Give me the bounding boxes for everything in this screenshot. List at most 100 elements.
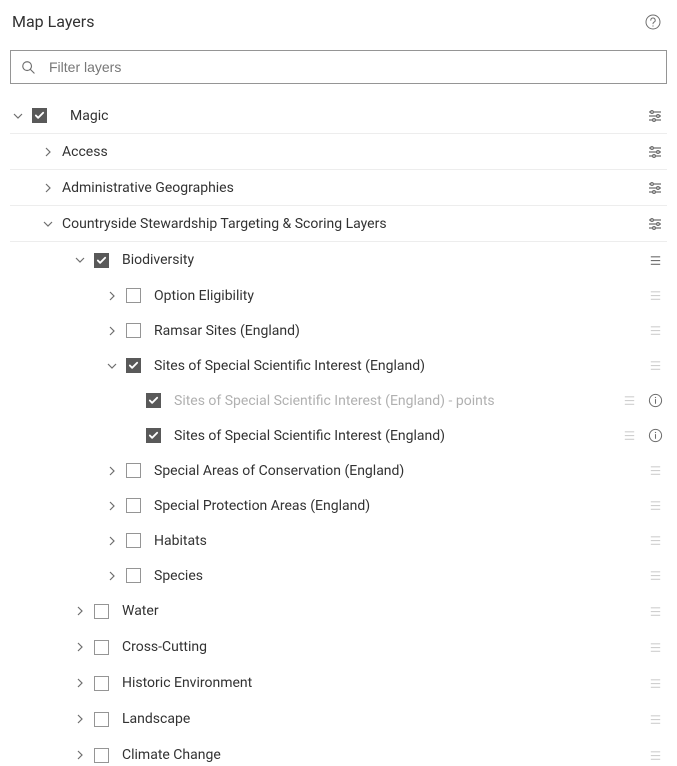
info-icon[interactable] <box>647 393 663 409</box>
chevron-right-icon[interactable] <box>72 603 88 619</box>
layer-label: Habitats <box>154 533 647 549</box>
layer-checkbox[interactable] <box>94 253 109 268</box>
sliders-icon[interactable] <box>647 144 663 160</box>
tree-row-sssi-points: Sites of Special Scientific Interest (En… <box>10 383 667 418</box>
layer-checkbox[interactable] <box>126 288 141 303</box>
map-layers-panel: Map Layers Magic Access <box>0 0 677 766</box>
layer-checkbox[interactable] <box>146 393 161 408</box>
layer-label: Ramsar Sites (England) <box>154 323 647 339</box>
search-icon <box>21 60 35 74</box>
layer-label: Option Eligibility <box>154 288 647 304</box>
list-icon[interactable] <box>647 323 663 339</box>
tree-row-landscape: Landscape <box>10 701 667 737</box>
chevron-right-icon[interactable] <box>40 144 56 160</box>
layer-label: Water <box>122 603 647 619</box>
search-input[interactable] <box>47 58 656 76</box>
list-icon[interactable] <box>647 603 663 619</box>
layer-checkbox[interactable] <box>126 498 141 513</box>
layer-label: Biodiversity <box>122 252 647 268</box>
chevron-right-icon[interactable] <box>72 747 88 763</box>
tree-row-spa: Special Protection Areas (England) <box>10 488 667 523</box>
info-icon[interactable] <box>647 428 663 444</box>
tree-row-access: Access <box>10 134 667 170</box>
layer-label: Sites of Special Scientific Interest (En… <box>174 428 621 444</box>
layer-label: Climate Change <box>122 747 647 763</box>
layer-checkbox[interactable] <box>126 533 141 548</box>
chevron-right-icon[interactable] <box>72 711 88 727</box>
tree-row-historic-env: Historic Environment <box>10 665 667 701</box>
list-icon[interactable] <box>647 288 663 304</box>
search-container <box>10 50 667 84</box>
tree-row-climate-change: Climate Change <box>10 737 667 766</box>
tree-row-option-eligibility: Option Eligibility <box>10 278 667 313</box>
chevron-down-icon[interactable] <box>72 252 88 268</box>
tree-row-sssi-group: Sites of Special Scientific Interest (En… <box>10 348 667 383</box>
list-icon[interactable] <box>647 675 663 691</box>
layer-label: Special Protection Areas (England) <box>154 498 647 514</box>
tree-row-biodiversity: Biodiversity <box>10 242 667 278</box>
tree-row-sssi-polygons: Sites of Special Scientific Interest (En… <box>10 418 667 453</box>
tree-row-ramsar: Ramsar Sites (England) <box>10 313 667 348</box>
list-icon[interactable] <box>647 711 663 727</box>
layer-label: Sites of Special Scientific Interest (En… <box>174 393 621 409</box>
chevron-down-icon[interactable] <box>104 358 120 374</box>
sliders-icon[interactable] <box>647 180 663 196</box>
layer-checkbox[interactable] <box>94 712 109 727</box>
tree-row-habitats: Habitats <box>10 523 667 558</box>
layer-checkbox[interactable] <box>146 428 161 443</box>
layer-checkbox[interactable] <box>94 748 109 763</box>
tree-row-cross-cutting: Cross-Cutting <box>10 629 667 665</box>
chevron-down-icon[interactable] <box>10 108 26 124</box>
layer-label: Special Areas of Conservation (England) <box>154 463 647 479</box>
tree-row-water: Water <box>10 593 667 629</box>
chevron-right-icon[interactable] <box>104 323 120 339</box>
layer-checkbox[interactable] <box>94 604 109 619</box>
chevron-right-icon[interactable] <box>104 533 120 549</box>
layer-label: Access <box>62 144 647 160</box>
layer-checkbox[interactable] <box>126 463 141 478</box>
tree-row-admin-geo: Administrative Geographies <box>10 170 667 206</box>
chevron-right-icon[interactable] <box>104 288 120 304</box>
chevron-right-icon[interactable] <box>72 675 88 691</box>
list-icon[interactable] <box>621 428 637 444</box>
list-icon[interactable] <box>647 252 663 268</box>
chevron-right-icon[interactable] <box>104 568 120 584</box>
layer-checkbox[interactable] <box>126 358 141 373</box>
list-icon[interactable] <box>647 568 663 584</box>
layer-label: Species <box>154 568 647 584</box>
panel-title: Map Layers <box>12 12 94 31</box>
layers-scroll-area[interactable]: Magic Access Administrative Geographies … <box>0 42 677 766</box>
sliders-icon[interactable] <box>647 216 663 232</box>
layer-label: Historic Environment <box>122 675 647 691</box>
chevron-right-icon[interactable] <box>104 498 120 514</box>
list-icon[interactable] <box>647 747 663 763</box>
chevron-right-icon[interactable] <box>40 180 56 196</box>
layer-label: Cross-Cutting <box>122 639 647 655</box>
layer-checkbox[interactable] <box>126 568 141 583</box>
list-icon[interactable] <box>647 498 663 514</box>
layer-label: Magic <box>70 108 647 124</box>
panel-header: Map Layers <box>0 0 677 41</box>
layer-checkbox[interactable] <box>94 676 109 691</box>
list-icon[interactable] <box>647 463 663 479</box>
chevron-down-icon[interactable] <box>40 216 56 232</box>
tree-row-cst: Countryside Stewardship Targeting & Scor… <box>10 206 667 242</box>
list-icon[interactable] <box>621 393 637 409</box>
layer-label: Sites of Special Scientific Interest (En… <box>154 358 647 374</box>
layer-label: Administrative Geographies <box>62 180 647 196</box>
sliders-icon[interactable] <box>647 108 663 124</box>
list-icon[interactable] <box>647 639 663 655</box>
chevron-right-icon[interactable] <box>72 639 88 655</box>
tree-row-species: Species <box>10 558 667 593</box>
layer-label: Landscape <box>122 711 647 727</box>
list-icon[interactable] <box>647 533 663 549</box>
help-icon[interactable] <box>645 14 661 30</box>
tree-row-sac: Special Areas of Conservation (England) <box>10 453 667 488</box>
list-icon[interactable] <box>647 358 663 374</box>
layer-checkbox[interactable] <box>32 108 47 123</box>
layer-checkbox[interactable] <box>126 323 141 338</box>
chevron-right-icon[interactable] <box>104 463 120 479</box>
layer-checkbox[interactable] <box>94 640 109 655</box>
tree-row-magic: Magic <box>10 98 667 134</box>
layer-label: Countryside Stewardship Targeting & Scor… <box>62 216 647 232</box>
